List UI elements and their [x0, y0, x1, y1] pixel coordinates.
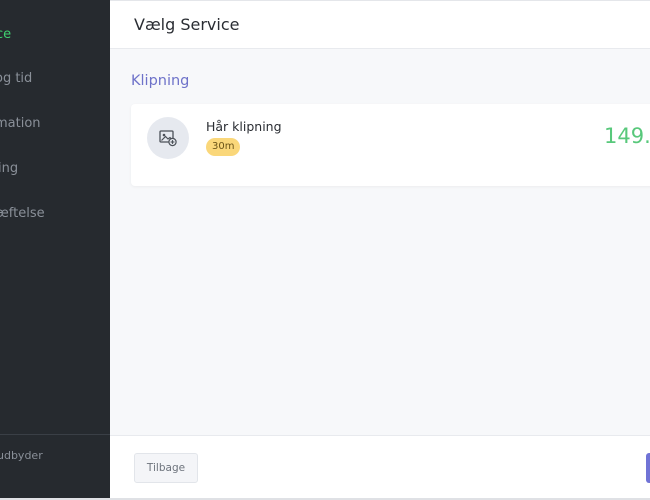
provider-label: udbyder: [0, 449, 43, 462]
main-footer: Tilbage: [110, 435, 650, 500]
image-icon: [147, 117, 189, 159]
sidebar-item-payment[interactable]: ing: [0, 161, 18, 176]
page-title: Vælg Service: [134, 15, 240, 34]
sidebar-item-service[interactable]: ce: [0, 27, 11, 42]
main-content: Vælg Service Klipning Hår klipning 30m 1…: [110, 0, 650, 500]
category-title: Klipning: [131, 73, 190, 89]
service-price: 149.0: [604, 124, 650, 148]
duration-badge: 30m: [206, 138, 241, 156]
sidebar-item-confirmation[interactable]: æftelse: [0, 206, 45, 221]
service-name: Hår klipning: [206, 119, 282, 134]
next-button[interactable]: [646, 453, 650, 483]
sidebar: ce og tid mation ing æftelse udbyder: [0, 0, 110, 498]
back-button[interactable]: Tilbage: [134, 453, 198, 483]
service-card[interactable]: Hår klipning 30m 149.0: [131, 104, 650, 186]
sidebar-item-date-time[interactable]: og tid: [0, 71, 32, 86]
sidebar-divider: [0, 434, 110, 435]
main-header: Vælg Service: [110, 0, 650, 49]
sidebar-item-information[interactable]: mation: [0, 116, 41, 131]
booking-app: ce og tid mation ing æftelse udbyder Væl…: [0, 0, 650, 500]
